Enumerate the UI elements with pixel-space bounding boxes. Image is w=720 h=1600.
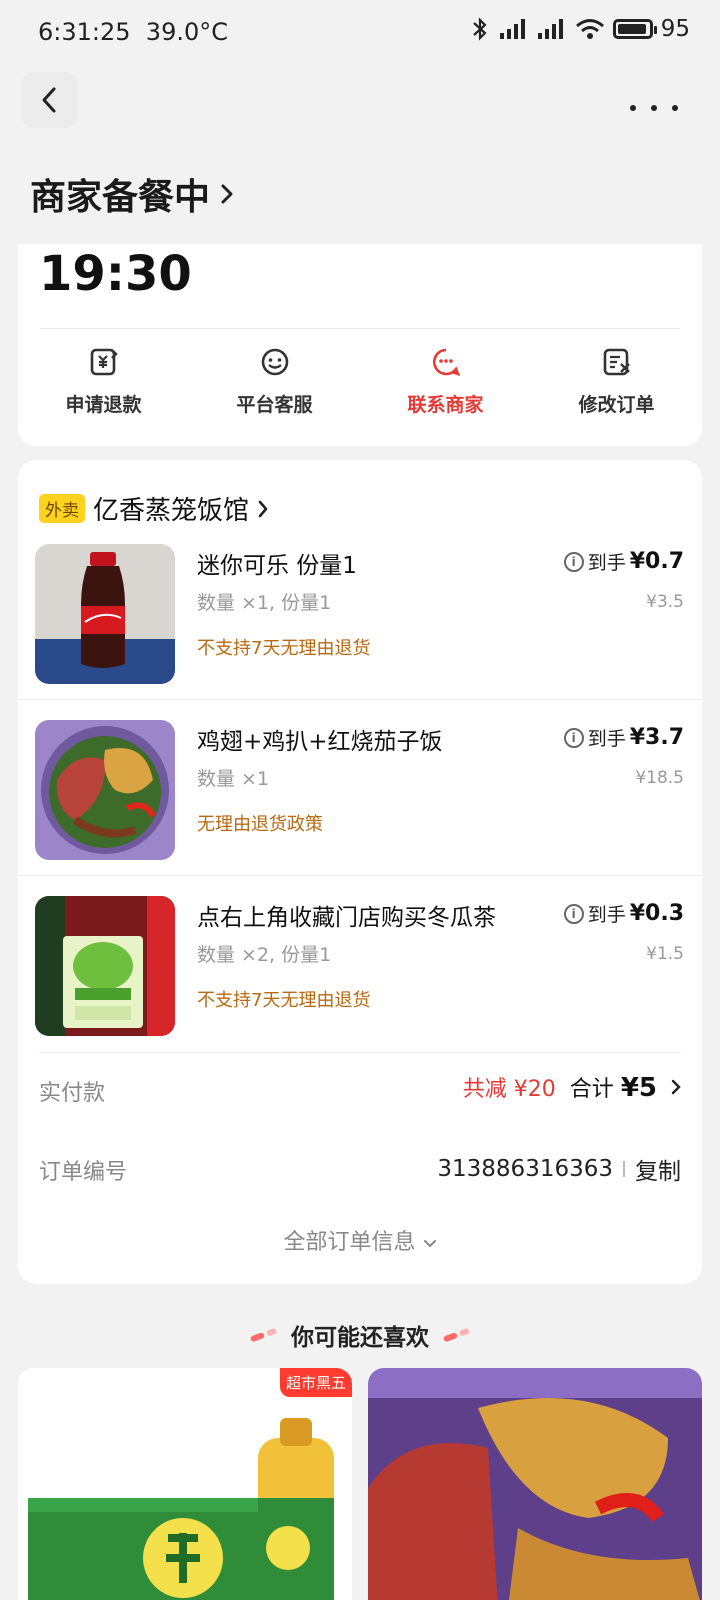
item-image-winter-melon-tea bbox=[35, 896, 175, 1036]
more-dot-icon bbox=[630, 105, 636, 111]
total-value: ¥5 bbox=[620, 1073, 657, 1103]
item-original-price: ¥3.5 bbox=[646, 592, 684, 612]
more-dot-icon bbox=[651, 105, 657, 111]
chevron-right-icon bbox=[221, 184, 233, 204]
all-order-info-button[interactable]: 全部订单信息 bbox=[18, 1224, 702, 1256]
item-name: 点右上角收藏门店购买冬瓜茶 bbox=[197, 905, 496, 931]
eta-time: 19:30 bbox=[39, 246, 192, 302]
recommend-title: 你可能还喜欢 bbox=[0, 1318, 720, 1352]
divider bbox=[40, 328, 680, 329]
item-name: 鸡翅+鸡扒+红烧茄子饭 bbox=[197, 729, 443, 755]
refund-icon bbox=[90, 348, 118, 376]
chevron-down-icon bbox=[423, 1240, 436, 1248]
action-bar: 申请退款 平台客服 联系商家 修改订单 bbox=[18, 346, 702, 417]
item-original-price: ¥18.5 bbox=[635, 768, 684, 788]
info-icon[interactable]: i bbox=[563, 903, 584, 924]
item-quantity: 数量 ×2, 份量1 bbox=[197, 944, 332, 966]
customer-service-button[interactable]: 平台客服 bbox=[189, 346, 360, 417]
order-item[interactable]: 点右上角收藏门店购买冬瓜茶 数量 ×2, 份量1 不支持7天无理由退货 i 到手… bbox=[18, 876, 702, 1052]
delivery-tag: 外卖 bbox=[39, 494, 85, 523]
status-bar: 6:31:25 39.0°C 95 bbox=[0, 0, 720, 66]
item-final-price: ¥0.3 bbox=[629, 901, 684, 926]
payment-label: 实付款 bbox=[39, 1081, 106, 1106]
chevron-right-icon bbox=[671, 1079, 681, 1095]
contact-merchant-button[interactable]: 联系商家 bbox=[360, 346, 531, 417]
more-dot-icon bbox=[672, 105, 678, 111]
more-options-button[interactable] bbox=[630, 96, 678, 120]
signal-icon bbox=[499, 19, 525, 39]
recommend-title-label: 你可能还喜欢 bbox=[291, 1325, 429, 1351]
action-label: 修改订单 bbox=[578, 394, 655, 416]
promo-badge: 超市黑五 bbox=[279, 1368, 352, 1397]
item-original-price: ¥1.5 bbox=[646, 944, 684, 964]
discount-amount: 共减 ¥20 bbox=[462, 1077, 556, 1102]
product-image-chicken-rice bbox=[368, 1368, 702, 1600]
battery-icon bbox=[612, 19, 657, 39]
status-time: 6:31:25 39.0°C bbox=[38, 18, 228, 46]
status-card: 19:30 申请退款 平台客服 联系商家 修改订单 bbox=[18, 244, 702, 446]
bluetooth-icon bbox=[472, 17, 487, 41]
item-final-price: ¥3.7 bbox=[629, 725, 684, 750]
order-item[interactable]: 鸡翅+鸡扒+红烧茄子饭 数量 ×1 无理由退货政策 i 到手 ¥3.7 ¥18.… bbox=[18, 700, 702, 876]
action-label: 联系商家 bbox=[407, 394, 484, 416]
payment-row[interactable]: 实付款 共减 ¥20 合计 ¥5 bbox=[39, 1052, 681, 1106]
item-return-policy: 不支持7天无理由退货 bbox=[197, 990, 371, 1011]
item-price-box: i 到手 ¥3.7 bbox=[563, 724, 684, 751]
info-icon[interactable]: i bbox=[563, 727, 584, 748]
item-image-chicken-rice bbox=[35, 720, 175, 860]
item-return-policy: 不支持7天无理由退货 bbox=[197, 638, 371, 659]
item-price-box: i 到手 ¥0.3 bbox=[563, 900, 684, 927]
action-label: 申请退款 bbox=[65, 394, 142, 416]
shop-name: 亿香蒸笼饭馆 bbox=[93, 496, 250, 526]
order-card: 外卖 亿香蒸笼饭馆 迷你可乐 份量1 数量 ×1, 份量1 不支持7天无理由退货… bbox=[18, 460, 702, 1284]
total-amount: 合计 ¥5 bbox=[570, 1071, 657, 1103]
copy-button[interactable]: 复制 bbox=[635, 1152, 681, 1186]
shop-header[interactable]: 外卖 亿香蒸笼饭馆 bbox=[39, 490, 269, 527]
order-item[interactable]: 迷你可乐 份量1 数量 ×1, 份量1 不支持7天无理由退货 i 到手 ¥0.7… bbox=[18, 524, 702, 700]
item-name: 迷你可乐 份量1 bbox=[197, 553, 357, 579]
wifi-icon bbox=[575, 19, 604, 39]
recommend-card-chicken-rice[interactable] bbox=[368, 1368, 702, 1600]
status-temperature: 39.0°C bbox=[145, 18, 228, 46]
arrive-label: 到手 bbox=[587, 552, 626, 574]
order-number-group: 313886316363 复制 bbox=[437, 1152, 681, 1186]
order-status-title[interactable]: 商家备餐中 bbox=[30, 168, 234, 220]
decoration-icon bbox=[249, 1327, 278, 1343]
item-final-price: ¥0.7 bbox=[629, 549, 684, 574]
status-icons: 95 bbox=[469, 16, 690, 42]
decoration-icon bbox=[442, 1327, 471, 1343]
item-quantity: 数量 ×1 bbox=[197, 768, 270, 790]
edit-order-icon bbox=[603, 348, 630, 376]
item-quantity: 数量 ×1, 份量1 bbox=[197, 592, 332, 614]
order-number-row: 订单编号 313886316363 复制 bbox=[39, 1150, 681, 1190]
item-image-cola bbox=[35, 544, 175, 684]
order-number-label: 订单编号 bbox=[39, 1160, 128, 1185]
info-icon[interactable]: i bbox=[563, 551, 584, 572]
modify-order-button[interactable]: 修改订单 bbox=[531, 346, 702, 417]
chevron-left-icon bbox=[42, 87, 56, 113]
product-image-tea bbox=[18, 1368, 352, 1600]
refund-button[interactable]: 申请退款 bbox=[18, 346, 189, 417]
order-number: 313886316363 bbox=[437, 1156, 613, 1182]
arrive-label: 到手 bbox=[587, 904, 626, 926]
arrive-label: 到手 bbox=[587, 728, 626, 750]
recommend-card-tea[interactable]: 超市黑五 bbox=[18, 1368, 352, 1600]
service-icon bbox=[261, 348, 288, 376]
battery-percent: 95 bbox=[660, 16, 690, 42]
payment-summary: 共减 ¥20 合计 ¥5 bbox=[463, 1071, 681, 1103]
merchant-chat-icon bbox=[432, 348, 460, 377]
total-label: 合计 bbox=[569, 1077, 614, 1102]
all-order-info-label: 全部订单信息 bbox=[283, 1230, 416, 1255]
item-return-policy: 无理由退货政策 bbox=[197, 814, 323, 835]
back-button[interactable] bbox=[22, 72, 78, 128]
order-status-label: 商家备餐中 bbox=[30, 177, 211, 218]
divider bbox=[623, 1161, 625, 1177]
action-label: 平台客服 bbox=[236, 394, 313, 416]
chevron-right-icon bbox=[258, 500, 268, 517]
signal-icon-2 bbox=[537, 19, 563, 39]
item-price-box: i 到手 ¥0.7 bbox=[563, 548, 684, 575]
